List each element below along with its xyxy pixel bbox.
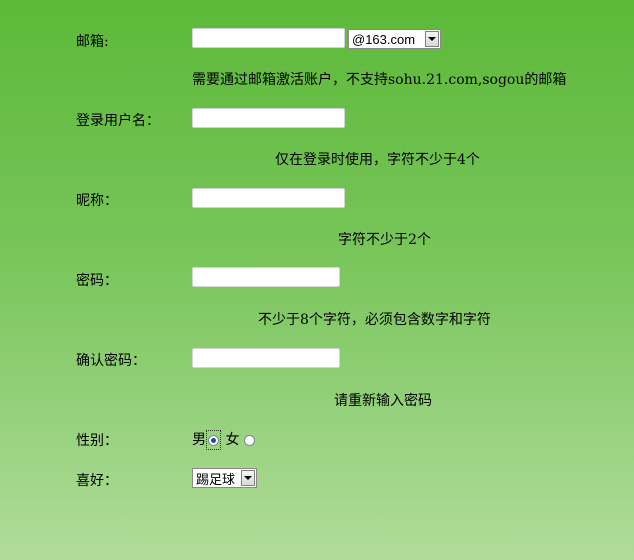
hobby-value: 踢足球 [196,471,236,487]
gender-label: 性别： [76,433,118,449]
confirm-password-input[interactable] [192,348,340,368]
email-hint: 需要通过邮箱激活账户，不支持sohu.21.com,sogou的邮箱 [192,72,567,88]
chevron-down-icon[interactable] [425,31,439,47]
gender-radio-female[interactable] [243,434,255,446]
nickname-label: 昵称： [76,193,118,209]
chevron-down-icon[interactable] [241,470,255,486]
confirm-password-hint: 请重新输入密码 [334,393,432,409]
gender-radio-male-focus [206,430,221,450]
email-label: 邮箱: [76,34,109,50]
username-input[interactable] [192,108,345,128]
username-label: 登录用户名： [76,113,160,129]
email-domain-select[interactable]: @163.com [348,29,441,49]
gender-radio-group: 男 女 [192,429,255,450]
email-input[interactable] [192,28,345,48]
password-hint: 不少于8个字符，必须包含数字和字符 [258,312,491,328]
hobby-label: 喜好： [76,473,118,489]
gender-option-male-label: 男 [192,432,206,448]
password-input[interactable] [192,267,340,287]
gender-radio-male[interactable] [208,434,219,446]
nickname-input[interactable] [192,188,345,208]
email-domain-value: @163.com [352,31,416,47]
username-hint: 仅在登录时使用，字符不少于4个 [275,152,480,168]
confirm-password-label: 确认密码： [76,353,146,369]
hobby-select[interactable]: 踢足球 [192,468,257,488]
gender-option-female-label: 女 [225,432,240,448]
nickname-hint: 字符不少于2个 [338,232,431,248]
password-label: 密码： [76,273,118,289]
